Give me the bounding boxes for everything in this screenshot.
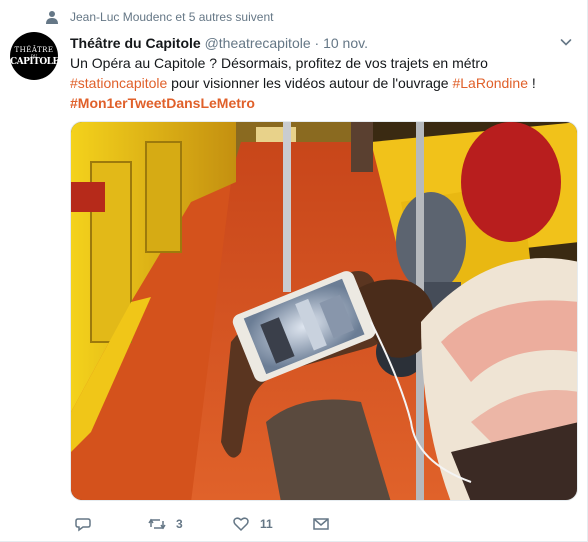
reply-button[interactable] <box>74 512 92 536</box>
hashtag-link[interactable]: #LaRondine <box>452 75 528 91</box>
tweet-text-part2: pour visionner les vidéos autour de l'ou… <box>167 75 453 91</box>
tweet-text-part1: Un Opéra au Capitole ? Désormais, profit… <box>70 55 488 71</box>
tweet-text-part3: ! <box>528 75 536 91</box>
reply-icon <box>75 518 91 532</box>
avatar-logo-line3: CAPITOLE <box>10 57 58 67</box>
header-separator: · <box>314 35 320 51</box>
avatar[interactable]: THÉÂTRE DU CAPITOLE <box>10 32 58 80</box>
tweet-timestamp[interactable]: 10 nov. <box>323 35 368 51</box>
tweet-photo[interactable] <box>70 121 578 501</box>
tweet-header: Théâtre du Capitole @theatrecapitole · 1… <box>70 33 368 53</box>
social-context-text[interactable]: Jean-Luc Moudenc et 5 autres suivent <box>70 10 273 24</box>
direct-message-button[interactable] <box>312 512 330 536</box>
hashtag-link[interactable]: #Mon1erTweetDansLeMetro <box>70 95 255 111</box>
person-icon <box>46 11 58 24</box>
author-name[interactable]: Théâtre du Capitole <box>70 35 201 51</box>
retweet-button[interactable]: 3 <box>148 512 183 536</box>
metro-photo-image <box>71 122 577 500</box>
tweet-text: Un Opéra au Capitole ? Désormais, profit… <box>70 53 570 113</box>
chevron-down-icon[interactable] <box>560 36 572 48</box>
tweet-actions: 3 11 <box>70 512 570 536</box>
hashtag-link[interactable]: #stationcapitole <box>70 75 167 91</box>
tweet-card[interactable]: Jean-Luc Moudenc et 5 autres suivent THÉ… <box>0 0 588 542</box>
heart-icon <box>233 517 249 532</box>
retweet-count: 3 <box>176 517 183 531</box>
like-button[interactable]: 11 <box>232 512 273 536</box>
retweet-icon <box>148 518 166 530</box>
like-count: 11 <box>260 517 273 531</box>
author-handle[interactable]: @theatrecapitole <box>205 35 311 51</box>
envelope-icon <box>313 518 329 530</box>
